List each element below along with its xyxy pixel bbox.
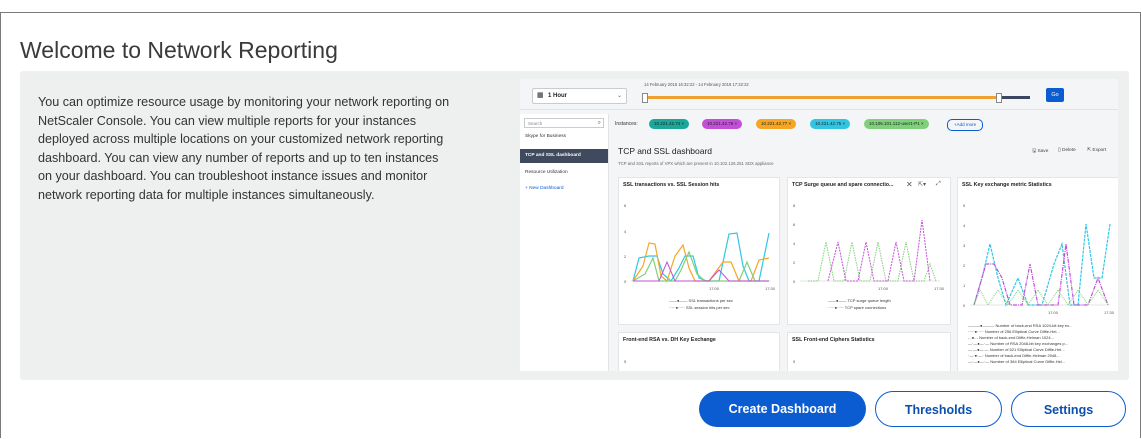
dashboard-title: TCP and SSL dashboard: [618, 146, 713, 156]
y-tick: 2: [963, 263, 966, 268]
legend-item: ——●—— SSL transactions per sec: [669, 298, 733, 303]
instances-label: Instances:: [615, 121, 638, 127]
chevron-down-icon: ⌄: [616, 93, 622, 99]
legend-item: ·····●····· TCP spare connections: [828, 305, 887, 310]
settings-button[interactable]: Settings: [1011, 391, 1126, 427]
y-tick: 0: [793, 279, 796, 284]
dashboard-preview-image: ▦ 1 Hour ⌄ 14 February 2018 16:32:22 - 1…: [520, 79, 1118, 371]
time-select: ▦ 1 Hour ⌄: [532, 88, 627, 104]
sidebar-item-new-dashboard: + New Dashboard: [525, 186, 564, 191]
instance-chip: 10.221.42.75 ×: [810, 119, 851, 129]
legend-item: ——●—— TCP surge queue length: [828, 298, 891, 303]
trash-icon: ▯: [1058, 148, 1061, 153]
y-tick: 0: [624, 279, 627, 284]
chart-card: SSL Front-end Ciphers Statistics 5: [787, 332, 951, 371]
chart-card: TCP Surge queue and spare connectio... ✕…: [787, 177, 951, 325]
y-tick: 4: [624, 229, 627, 234]
save-icon: 🖫: [1032, 149, 1037, 154]
save-button: 🖫 Save: [1032, 149, 1049, 154]
y-tick: 2: [624, 254, 627, 259]
welcome-description: You can optimize resource usage by monit…: [38, 95, 450, 202]
legend-item: - -●- - Number of back-end Diffie-Helman…: [968, 335, 1054, 340]
time-slider-track: [642, 96, 1030, 99]
chart-card: SSL Key exchange metric Statistics 5 4 3…: [957, 177, 1118, 371]
export-icon: ⇱: [1087, 148, 1092, 153]
legend-item: —·—●—·— Number of RSA 2048-bit key excha…: [968, 341, 1069, 346]
chart-card: SSL transactions vs. SSL Session hits 6 …: [618, 177, 780, 325]
sidebar-search: Search ⌕: [524, 118, 604, 128]
x-tick: 17:00: [1048, 310, 1059, 315]
slider-handle-start: [642, 93, 648, 103]
sidebar-item-resource: Resource Utilization: [525, 170, 568, 175]
page-title: Welcome to Network Reporting: [20, 37, 338, 63]
y-tick: 3: [963, 243, 966, 248]
search-icon: ⌕: [597, 120, 601, 126]
y-tick: 0: [963, 303, 966, 308]
legend-item: ·····●····· Number of 256 Elliptical Cur…: [968, 329, 1060, 334]
thresholds-button[interactable]: Thresholds: [875, 391, 1002, 427]
sidebar-item-skype: Skype for Business: [525, 134, 567, 139]
legend-item: —·—●—·— Number of 384 Elliptical Curve D…: [968, 359, 1066, 364]
chart-card: Front-end RSA vs. DH Key Exchange 5: [618, 332, 780, 371]
y-tick: 4: [793, 241, 796, 246]
y-tick: 8: [793, 203, 796, 208]
instance-chip: 10.221.42.74 ×: [649, 119, 690, 129]
y-tick: 1: [963, 283, 966, 288]
x-tick: 17:00: [878, 286, 889, 291]
export-button: ⇱ Export: [1087, 148, 1107, 153]
legend-item: ———●——— Number of back-end RSA 1024-bit …: [968, 323, 1073, 328]
instance-chip: 10.221.42.76 ×: [702, 119, 743, 129]
search-placeholder: Search: [528, 121, 543, 126]
card-title: Front-end RSA vs. DH Key Exchange: [623, 337, 716, 343]
x-tick: 17:30: [1104, 310, 1115, 315]
time-select-value: 1 Hour: [548, 93, 568, 99]
y-tick: 2: [793, 260, 796, 265]
y-tick: 5: [624, 359, 627, 364]
y-tick: 5: [963, 203, 966, 208]
x-tick: 17:00: [709, 286, 720, 291]
dashboard-subtitle: TCP and SSL reports of VPX which are pre…: [618, 161, 774, 166]
instance-chip: 10.221.42.77 ×: [756, 119, 797, 129]
legend-item: — —●— — Number of 521 Elliptical Curve D…: [968, 347, 1065, 352]
add-more-button: +Add more: [947, 119, 984, 131]
x-tick: 17:30: [765, 286, 776, 291]
calendar-icon: ▦: [537, 92, 544, 99]
preview-sidebar: Search ⌕ Skype for Business TCP and SSL …: [520, 114, 609, 371]
sidebar-item-tcp-ssl: TCP and SSL dashboard: [520, 149, 608, 163]
legend-item: ·····●····· SSL session hits per sec: [669, 305, 730, 310]
y-tick: 6: [624, 203, 627, 208]
slider-handle-end: [996, 93, 1002, 103]
go-button: Go: [1046, 88, 1064, 102]
legend-item: ·—·●·—· Number of back-end Diffie-Helman…: [968, 353, 1060, 358]
y-tick: 5: [793, 359, 796, 364]
instance-chip: 10.106.101.112-user1-P1 ×: [864, 119, 929, 129]
x-tick: 17:30: [934, 286, 945, 291]
card-title: SSL Front-end Ciphers Statistics: [792, 337, 875, 343]
delete-button: ▯ Delete: [1058, 148, 1076, 153]
y-tick: 6: [793, 222, 796, 227]
time-slider-rest: [1000, 96, 1030, 99]
create-dashboard-button[interactable]: Create Dashboard: [699, 391, 866, 427]
y-tick: 4: [963, 223, 966, 228]
time-range-text: 14 February 2018 16:32:22 - 14 February …: [644, 82, 749, 87]
